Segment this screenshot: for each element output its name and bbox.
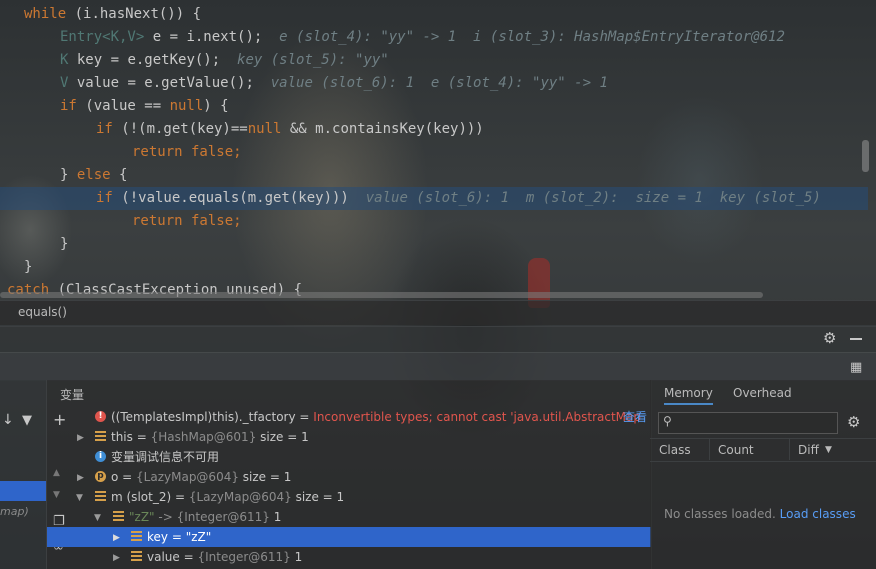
horizontal-scrollbar[interactable] — [0, 292, 763, 298]
variable-row[interactable]: ▶ p o = {LazyMap@604} size = 1 — [47, 467, 651, 487]
code-line: } else { — [60, 167, 128, 183]
code-editor[interactable]: while (i.hasNext()) { Entry<K,V> e = i.n… — [0, 0, 876, 300]
column-class[interactable]: Class — [659, 443, 691, 457]
chevron-down-icon[interactable]: ▼ — [825, 445, 832, 455]
search-icon: ⚲ — [663, 414, 672, 428]
column-divider — [789, 438, 790, 460]
memory-panel: Memory Overhead ⚲ ⚙ Class Count Diff ▼ N… — [650, 380, 876, 569]
vertical-scrollbar[interactable] — [862, 140, 869, 172]
field-icon — [95, 491, 106, 502]
class-search-input[interactable]: ⚲ — [658, 412, 838, 434]
inline-debug-hint: key (slot_5): "yy" — [220, 52, 389, 68]
field-icon — [131, 551, 142, 562]
parameter-icon: p — [95, 471, 106, 482]
current-execution-line: if (!value.equals(m.get(key))) value (sl… — [0, 187, 868, 210]
layout-icon[interactable]: ▦ — [850, 360, 862, 375]
load-classes-link[interactable]: Load classes — [780, 507, 856, 521]
column-diff[interactable]: Diff — [798, 443, 819, 457]
empty-state: No classes loaded. Load classes — [664, 507, 856, 521]
memory-settings-gear-icon[interactable]: ⚙ — [847, 413, 860, 431]
code-line: if (value == null) { — [60, 98, 229, 114]
field-icon — [131, 531, 142, 542]
info-icon: i — [95, 451, 106, 462]
column-divider — [709, 438, 710, 460]
code-line: return false; — [132, 213, 242, 229]
column-count[interactable]: Count — [718, 443, 754, 457]
memory-table-header: Class Count Diff ▼ — [650, 438, 876, 462]
variable-row[interactable]: i 变量调试信息不可用 — [47, 447, 651, 467]
inline-debug-hint: e (slot_4): "yy" -> 1 i (slot_3): HashMa… — [262, 29, 785, 45]
settings-gear-icon[interactable]: ⚙ — [823, 329, 836, 347]
variables-panel: 变量 + ▲ ▼ ❐ ∞ ! ((TemplatesImpl)this)._tf… — [46, 380, 652, 569]
selected-frame[interactable] — [0, 481, 46, 501]
filter-icon[interactable]: ▼ — [22, 413, 32, 428]
view-link[interactable]: 查看 — [623, 407, 647, 427]
field-icon — [113, 511, 124, 522]
code-line: if (!(m.get(key)==null && m.containsKey(… — [96, 121, 484, 137]
code-line: return false; — [132, 144, 242, 160]
frame-label[interactable]: map) — [0, 505, 29, 518]
code-line: V value = e.getValue(); value (slot_6): … — [60, 75, 608, 91]
debugger-toolbar — [0, 352, 876, 381]
code-line: while (i.hasNext()) { — [24, 6, 202, 22]
tab-overhead[interactable]: Overhead — [733, 386, 792, 400]
code-line: } — [24, 259, 33, 275]
code-line: } — [60, 236, 69, 252]
frames-panel: ↓ ▼ map) — [0, 380, 46, 569]
inline-debug-hint: value (slot_6): 1 m (slot_2): size = 1 k… — [348, 190, 821, 206]
variable-row[interactable]: ▶ this = {HashMap@601} size = 1 — [47, 427, 651, 447]
tab-memory[interactable]: Memory — [664, 386, 713, 405]
code-line: Entry<K,V> e = i.next(); e (slot_4): "yy… — [60, 29, 785, 45]
collapse-arrow-icon[interactable]: ▼ — [76, 488, 83, 508]
variable-row[interactable]: ▼ "zZ" -> {Integer@611} 1 — [47, 507, 651, 527]
debug-toolwindow-header — [0, 326, 876, 353]
collapse-arrow-icon[interactable]: ▼ — [94, 508, 101, 528]
minimize-icon[interactable] — [850, 338, 862, 340]
expand-arrow-icon[interactable]: ▶ — [113, 528, 120, 548]
code-line: catch (ClassCastException unused) { — [7, 282, 303, 298]
breadcrumb-method[interactable]: equals() — [18, 305, 67, 319]
breadcrumb: equals() — [0, 300, 876, 325]
code-line: K key = e.getKey(); key (slot_5): "yy" — [60, 52, 389, 68]
variable-row-selected[interactable]: ▶ key = "zZ" — [47, 527, 651, 547]
inline-debug-hint: value (slot_6): 1 e (slot_4): "yy" -> 1 — [253, 75, 608, 91]
variable-row[interactable]: ! ((TemplatesImpl)this)._tfactory = Inco… — [47, 407, 651, 427]
error-icon: ! — [95, 411, 106, 422]
variable-row[interactable]: ▼ m (slot_2) = {LazyMap@604} size = 1 — [47, 487, 651, 507]
field-icon — [95, 431, 106, 442]
expand-arrow-icon[interactable]: ▶ — [77, 428, 84, 448]
variable-row[interactable]: ▶ value = {Integer@611} 1 — [47, 547, 651, 567]
expand-arrow-icon[interactable]: ▶ — [77, 468, 84, 488]
down-arrow-icon[interactable]: ↓ — [2, 412, 14, 428]
variables-title: 变量 — [60, 388, 85, 402]
expand-arrow-icon[interactable]: ▶ — [113, 548, 120, 568]
